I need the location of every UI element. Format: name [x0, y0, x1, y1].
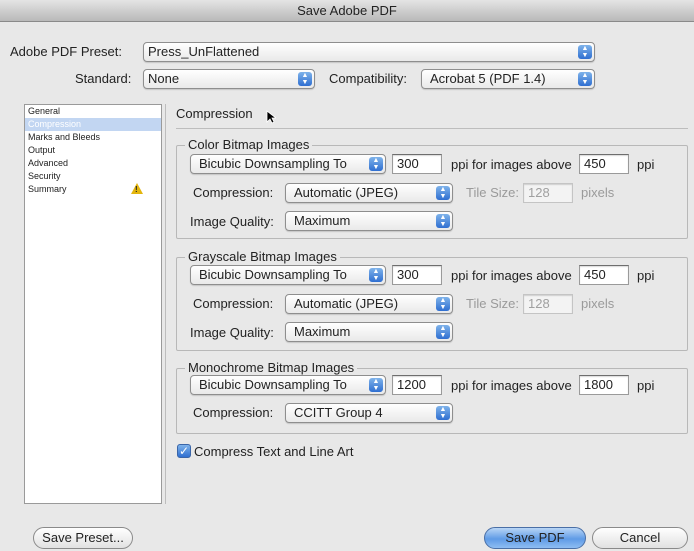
- sidebar-item-marks-and-bleeds[interactable]: Marks and Bleeds: [25, 131, 161, 144]
- popup-arrows-icon: ▲ ▼: [369, 157, 383, 171]
- sidebar-item-summary[interactable]: Summary: [25, 183, 161, 196]
- popup-arrows-icon: ▲ ▼: [369, 268, 383, 282]
- color-above-label: ppi for images above: [451, 157, 572, 172]
- sidebar-item-compression[interactable]: Compression: [25, 118, 161, 131]
- mono-compression-select[interactable]: CCITT Group 4 ▲ ▼: [285, 403, 453, 423]
- gray-above-label: ppi for images above: [451, 268, 572, 283]
- gray-sampling-value: Bicubic Downsampling To: [199, 267, 347, 282]
- gray-compression-select[interactable]: Automatic (JPEG) ▲ ▼: [285, 294, 453, 314]
- gray-compression-label: Compression:: [193, 296, 274, 311]
- mono-ppi-unit: ppi: [637, 378, 655, 393]
- color-ppi-unit: ppi: [637, 157, 655, 172]
- mouse-cursor-icon: [266, 110, 276, 124]
- preset-label: Adobe PDF Preset:: [10, 44, 122, 59]
- color-tile-input[interactable]: 128: [523, 183, 573, 203]
- color-above-input[interactable]: 450: [579, 154, 629, 174]
- cancel-button[interactable]: Cancel: [592, 527, 688, 549]
- popup-arrows-icon: ▲ ▼: [436, 297, 450, 311]
- popup-arrows-icon: ▲ ▼: [369, 378, 383, 392]
- sidebar-item-label: Summary: [28, 184, 67, 194]
- sidebar-item-general[interactable]: General: [25, 105, 161, 118]
- color-quality-label: Image Quality:: [190, 214, 274, 229]
- gray-tile-input[interactable]: 128: [523, 294, 573, 314]
- gray-group-title: Grayscale Bitmap Images: [185, 249, 340, 264]
- save-pdf-button[interactable]: Save PDF: [484, 527, 586, 549]
- color-tile-label: Tile Size:: [466, 185, 519, 200]
- mono-sampling-value: Bicubic Downsampling To: [199, 377, 347, 392]
- popup-arrows-icon: ▲ ▼: [436, 214, 450, 228]
- color-tile-unit: pixels: [581, 185, 615, 200]
- preset-value: Press_UnFlattened: [148, 44, 260, 59]
- gray-above-input[interactable]: 450: [579, 265, 629, 285]
- color-quality-value: Maximum: [294, 213, 351, 228]
- popup-arrows-icon: ▲ ▼: [436, 186, 450, 200]
- compatibility-value: Acrobat 5 (PDF 1.4): [430, 71, 546, 86]
- sidebar-item-advanced[interactable]: Advanced: [25, 157, 161, 170]
- color-ppi-input[interactable]: 300: [392, 154, 442, 174]
- standard-value: None: [148, 71, 180, 86]
- warning-icon: [131, 183, 143, 194]
- gray-ppi-unit: ppi: [637, 268, 655, 283]
- popup-arrows-icon: ▲ ▼: [578, 72, 592, 86]
- compress-text-checkbox[interactable]: ✓: [177, 444, 191, 458]
- divider: [165, 104, 166, 504]
- color-group-title: Color Bitmap Images: [185, 137, 313, 152]
- color-compression-label: Compression:: [193, 185, 274, 200]
- section-rule: [176, 128, 688, 129]
- preset-select[interactable]: Press_UnFlattened ▲ ▼: [143, 42, 595, 62]
- gray-tile-unit: pixels: [581, 296, 615, 311]
- window-title: Save Adobe PDF: [0, 0, 694, 22]
- compatibility-select[interactable]: Acrobat 5 (PDF 1.4) ▲ ▼: [421, 69, 595, 89]
- mono-group-title: Monochrome Bitmap Images: [185, 360, 358, 375]
- save-preset-button[interactable]: Save Preset...: [33, 527, 133, 549]
- gray-tile-label: Tile Size:: [466, 296, 519, 311]
- mono-compression-value: CCITT Group 4: [294, 405, 383, 420]
- mono-sampling-select[interactable]: Bicubic Downsampling To ▲ ▼: [190, 375, 386, 395]
- color-sampling-value: Bicubic Downsampling To: [199, 156, 347, 171]
- color-compression-select[interactable]: Automatic (JPEG) ▲ ▼: [285, 183, 453, 203]
- section-title: Compression: [176, 106, 253, 121]
- popup-arrows-icon: ▲ ▼: [298, 72, 312, 86]
- color-sampling-select[interactable]: Bicubic Downsampling To ▲ ▼: [190, 154, 386, 174]
- gray-ppi-input[interactable]: 300: [392, 265, 442, 285]
- sidebar-list[interactable]: General Compression Marks and Bleeds Out…: [24, 104, 162, 504]
- gray-quality-label: Image Quality:: [190, 325, 274, 340]
- popup-arrows-icon: ▲ ▼: [436, 406, 450, 420]
- sidebar-item-security[interactable]: Security: [25, 170, 161, 183]
- mono-above-input[interactable]: 1800: [579, 375, 629, 395]
- compatibility-label: Compatibility:: [329, 71, 408, 86]
- popup-arrows-icon: ▲ ▼: [578, 45, 592, 59]
- standard-label: Standard:: [75, 71, 132, 86]
- gray-sampling-select[interactable]: Bicubic Downsampling To ▲ ▼: [190, 265, 386, 285]
- standard-select[interactable]: None ▲ ▼: [143, 69, 315, 89]
- mono-ppi-input[interactable]: 1200: [392, 375, 442, 395]
- gray-quality-value: Maximum: [294, 324, 351, 339]
- gray-compression-value: Automatic (JPEG): [294, 296, 399, 311]
- gray-quality-select[interactable]: Maximum ▲ ▼: [285, 322, 453, 342]
- color-compression-value: Automatic (JPEG): [294, 185, 399, 200]
- popup-arrows-icon: ▲ ▼: [436, 325, 450, 339]
- mono-above-label: ppi for images above: [451, 378, 572, 393]
- color-quality-select[interactable]: Maximum ▲ ▼: [285, 211, 453, 231]
- mono-compression-label: Compression:: [193, 405, 274, 420]
- compress-text-label: Compress Text and Line Art: [194, 444, 354, 459]
- sidebar-item-output[interactable]: Output: [25, 144, 161, 157]
